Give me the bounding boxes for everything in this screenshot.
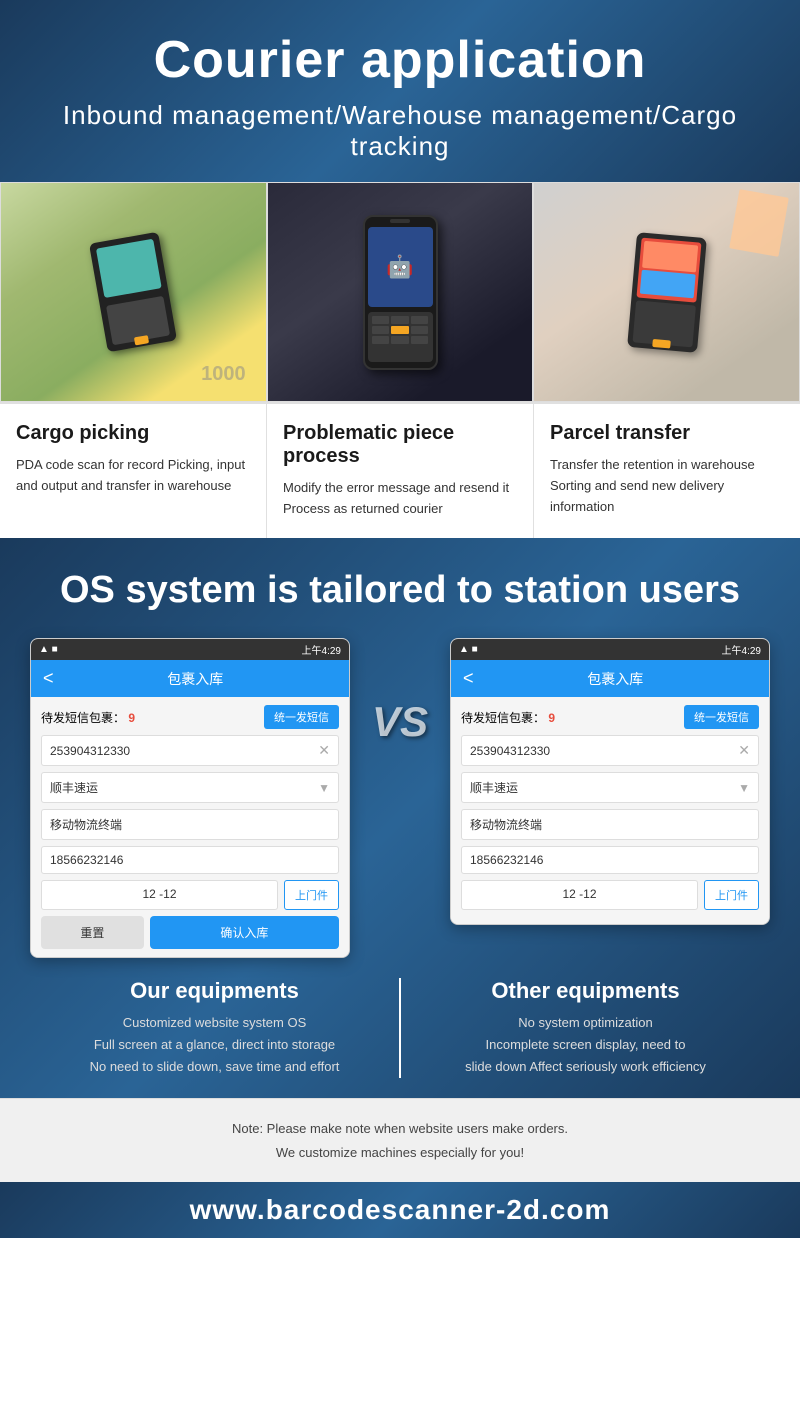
other-phone-number-row: 18566232146 bbox=[461, 846, 759, 874]
other-device-value: 移动物流终端 bbox=[470, 816, 542, 833]
tracking-input-row[interactable]: 253904312330 ✕ bbox=[41, 735, 339, 766]
other-phone-number-value: 18566232146 bbox=[470, 853, 543, 867]
other-back-icon[interactable]: < bbox=[463, 668, 474, 689]
nav-title: 包裹入库 bbox=[167, 669, 223, 689]
date-tag[interactable]: 上门件 bbox=[284, 880, 339, 910]
our-phone-nav-bar: < 包裹入库 bbox=[31, 660, 349, 697]
subtitle: Inbound management/Warehouse management/… bbox=[20, 100, 780, 162]
card-cargo-picking: Cargo picking PDA code scan for record P… bbox=[0, 404, 267, 538]
image-cargo-picking: 1000 bbox=[0, 182, 267, 402]
status-time: 上午4:29 bbox=[302, 642, 341, 657]
our-equipment-title: Our equipments bbox=[40, 978, 389, 1004]
other-equipment-title: Other equipments bbox=[411, 978, 760, 1004]
pending-row: 待发短信包裹： 9 统一发短信 bbox=[41, 705, 339, 729]
back-icon[interactable]: < bbox=[43, 668, 54, 689]
confirm-button[interactable]: 确认入库 bbox=[150, 916, 339, 949]
footer-url[interactable]: www.barcodescanner-2d.com bbox=[20, 1194, 780, 1226]
other-phone-content: 待发短信包裹： 9 统一发短信 253904312330 ✕ 顺丰速运 ▼ bbox=[451, 697, 769, 924]
vs-text: VS bbox=[372, 698, 428, 746]
send-sms-button[interactable]: 统一发短信 bbox=[264, 705, 339, 729]
note-line2: We customize machines especially for you… bbox=[276, 1145, 524, 1160]
os-title: OS system is tailored to station users bbox=[20, 568, 780, 614]
phone-number-value: 18566232146 bbox=[50, 853, 123, 867]
status-icons-left: ▲ ■ bbox=[39, 644, 58, 655]
other-date-row: 12 -12 上门件 bbox=[461, 880, 759, 910]
our-phone-screen: ▲ ■ 上午4:29 < 包裹入库 待发短信包裹： 9 统一发短信 bbox=[30, 638, 350, 958]
note-text: Note: Please make note when website user… bbox=[20, 1117, 780, 1164]
other-phone-screen: ▲ ■ 上午4:29 < 包裹入库 待发短信包裹： 9 统一发短信 bbox=[450, 638, 770, 925]
card-desc-parcel: Transfer the retention in warehouse Sort… bbox=[550, 455, 784, 517]
image-inner-3 bbox=[534, 183, 799, 401]
card-problematic-piece: Problematic piece process Modify the err… bbox=[267, 404, 534, 538]
images-row: 1000 🤖 bbox=[0, 182, 800, 402]
other-carrier-select-row[interactable]: 顺丰速运 ▼ bbox=[461, 772, 759, 803]
device-row: 移动物流终端 bbox=[41, 809, 339, 840]
other-tracking-number: 253904312330 bbox=[470, 744, 550, 758]
carrier-select-row[interactable]: 顺丰速运 ▼ bbox=[41, 772, 339, 803]
comparison-labels: Our equipments Customized website system… bbox=[20, 978, 780, 1078]
other-phone-nav-bar: < 包裹入库 bbox=[451, 660, 769, 697]
pending-label: 待发短信包裹： 9 bbox=[41, 709, 135, 726]
our-phone-container: ▲ ■ 上午4:29 < 包裹入库 待发短信包裹： 9 统一发短信 bbox=[30, 638, 350, 958]
other-date-input[interactable]: 12 -12 bbox=[461, 880, 698, 910]
other-pending-row: 待发短信包裹： 9 统一发短信 bbox=[461, 705, 759, 729]
other-send-sms-button[interactable]: 统一发短信 bbox=[684, 705, 759, 729]
pending-count[interactable]: 9 bbox=[128, 711, 135, 725]
card-title-cargo: Cargo picking bbox=[16, 422, 250, 445]
other-tracking-input-row[interactable]: 253904312330 ✕ bbox=[461, 735, 759, 766]
other-status-time: 上午4:29 bbox=[722, 642, 761, 657]
other-status-icons-left: ▲ ■ bbox=[459, 644, 478, 655]
phone-number-row: 18566232146 bbox=[41, 846, 339, 874]
footer-buttons: 重置 确认入库 bbox=[41, 916, 339, 949]
other-equipment-desc: No system optimizationIncomplete screen … bbox=[411, 1012, 760, 1078]
our-phone-status-bar: ▲ ■ 上午4:29 bbox=[31, 639, 349, 660]
phone-comparison: ▲ ■ 上午4:29 < 包裹入库 待发短信包裹： 9 统一发短信 bbox=[20, 638, 780, 958]
card-parcel-transfer: Parcel transfer Transfer the retention i… bbox=[534, 404, 800, 538]
image-inner-1: 1000 bbox=[1, 183, 266, 401]
other-pending-count[interactable]: 9 bbox=[548, 711, 555, 725]
cards-section: Cargo picking PDA code scan for record P… bbox=[0, 402, 800, 538]
our-phone-content: 待发短信包裹： 9 统一发短信 253904312330 ✕ 顺丰速运 ▼ bbox=[31, 697, 349, 957]
other-carrier-dropdown-icon: ▼ bbox=[738, 781, 750, 795]
vs-badge: VS bbox=[360, 638, 440, 746]
other-equipment-label: Other equipments No system optimizationI… bbox=[401, 978, 770, 1078]
our-equipment-label: Our equipments Customized website system… bbox=[30, 978, 399, 1078]
image-problematic-piece: 🤖 bbox=[267, 182, 534, 402]
note-section: Note: Please make note when website user… bbox=[0, 1098, 800, 1182]
our-equipment-desc: Customized website system OSFull screen … bbox=[40, 1012, 389, 1078]
footer-section: www.barcodescanner-2d.com bbox=[0, 1182, 800, 1238]
main-title: Courier application bbox=[20, 30, 780, 90]
carrier-value: 顺丰速运 bbox=[50, 779, 98, 796]
card-title-parcel: Parcel transfer bbox=[550, 422, 784, 445]
other-nav-title: 包裹入库 bbox=[587, 669, 643, 689]
note-line1: Note: Please make note when website user… bbox=[232, 1121, 568, 1136]
reset-button[interactable]: 重置 bbox=[41, 916, 144, 949]
header-section: Courier application Inbound management/W… bbox=[0, 0, 800, 182]
tracking-number: 253904312330 bbox=[50, 744, 130, 758]
device-value: 移动物流终端 bbox=[50, 816, 122, 833]
other-phone-status-bar: ▲ ■ 上午4:29 bbox=[451, 639, 769, 660]
card-desc-problematic: Modify the error message and resend it P… bbox=[283, 478, 517, 520]
other-date-tag[interactable]: 上门件 bbox=[704, 880, 759, 910]
other-carrier-value: 顺丰速运 bbox=[470, 779, 518, 796]
image-parcel-transfer bbox=[533, 182, 800, 402]
other-phone-container: ▲ ■ 上午4:29 < 包裹入库 待发短信包裹： 9 统一发短信 bbox=[450, 638, 770, 925]
os-section: OS system is tailored to station users ▲… bbox=[0, 538, 800, 1099]
other-device-row: 移动物流终端 bbox=[461, 809, 759, 840]
image-inner-2: 🤖 bbox=[268, 183, 533, 401]
card-desc-cargo: PDA code scan for record Picking, input … bbox=[16, 455, 250, 497]
carrier-dropdown-icon: ▼ bbox=[318, 781, 330, 795]
other-pending-label: 待发短信包裹： 9 bbox=[461, 709, 555, 726]
other-clear-tracking-icon[interactable]: ✕ bbox=[738, 742, 750, 759]
card-title-problematic: Problematic piece process bbox=[283, 422, 517, 468]
date-row: 12 -12 上门件 bbox=[41, 880, 339, 910]
clear-tracking-icon[interactable]: ✕ bbox=[318, 742, 330, 759]
date-input[interactable]: 12 -12 bbox=[41, 880, 278, 910]
